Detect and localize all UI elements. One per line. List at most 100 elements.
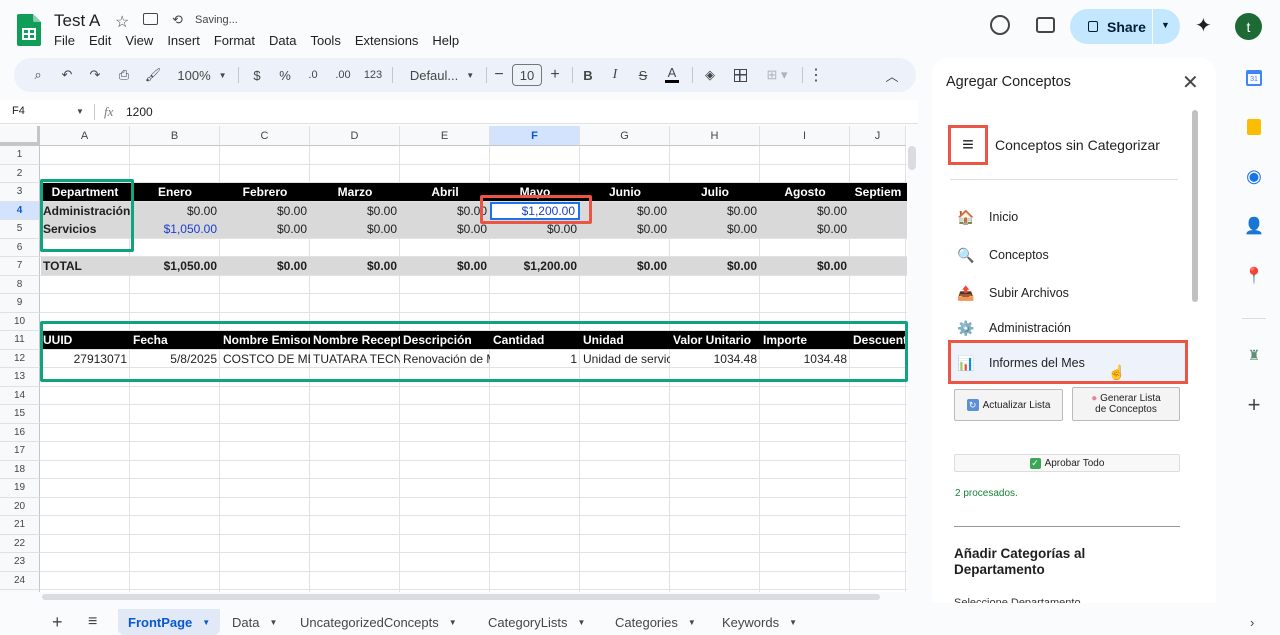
merge-cells-icon[interactable]: ⊞ ▾ <box>760 58 794 92</box>
column-header-g[interactable]: G <box>580 126 670 146</box>
currency-button[interactable]: $ <box>248 58 266 92</box>
gemini-icon[interactable]: ✦ <box>1195 13 1212 38</box>
t1-admin-b[interactable]: $0.00 <box>130 202 220 220</box>
chevron-down-icon[interactable]: ▼ <box>1161 20 1170 30</box>
menu-file[interactable]: File <box>54 33 75 48</box>
menu-extensions[interactable]: Extensions <box>355 33 419 48</box>
t1-admin-h[interactable]: $0.00 <box>670 202 760 220</box>
t1-header-g[interactable]: Junio <box>580 183 670 201</box>
menu-view[interactable]: View <box>125 33 153 48</box>
borders-icon[interactable] <box>730 58 750 92</box>
row-header-16[interactable]: 16 <box>0 423 40 442</box>
strikethrough-button[interactable]: S <box>634 58 652 92</box>
column-header-i[interactable]: I <box>760 126 850 146</box>
italic-button[interactable]: I <box>606 58 624 92</box>
font-size-decrease-button[interactable]: − <box>490 58 508 92</box>
bold-button[interactable]: B <box>579 58 597 92</box>
t1-header-b[interactable]: Enero <box>130 183 220 201</box>
t1-serv-c[interactable]: $0.00 <box>220 220 310 238</box>
column-header-d[interactable]: D <box>310 126 400 146</box>
menu-data[interactable]: Data <box>269 33 296 48</box>
menu-help[interactable]: Help <box>432 33 459 48</box>
row-header-15[interactable]: 15 <box>0 405 40 424</box>
percent-button[interactable]: % <box>276 58 294 92</box>
t1-total-e[interactable]: $0.00 <box>400 257 490 275</box>
t1-admin-j[interactable] <box>850 202 906 220</box>
nav-item-conceptos[interactable]: 🔍 Conceptos <box>957 246 1048 264</box>
vertical-scrollbar[interactable] <box>908 146 916 170</box>
t1-serv-e[interactable]: $0.00 <box>400 220 490 238</box>
text-color-button[interactable]: A <box>662 58 682 92</box>
row-header-4[interactable]: 4 <box>0 201 40 220</box>
increase-decimal-button[interactable]: .00 <box>330 58 356 92</box>
approve-all-button[interactable]: ✓ Aprobar Todo <box>954 454 1180 472</box>
tab-categories[interactable]: Categories ▼ <box>605 609 706 635</box>
t1-serv-b[interactable]: $1,050.00 <box>130 220 220 238</box>
tab-keywords[interactable]: Keywords ▼ <box>712 609 807 635</box>
share-button[interactable]: Share ▼ <box>1070 9 1180 44</box>
more-options-icon[interactable]: ⋮ <box>806 58 826 92</box>
add-addon-icon[interactable]: + <box>1240 391 1268 419</box>
doc-title[interactable]: Test A <box>54 11 100 31</box>
font-select[interactable]: Defaul... ▼ <box>402 58 482 92</box>
star-icon[interactable]: ☆ <box>115 12 129 32</box>
addon-icon[interactable]: ♜ <box>1240 341 1268 369</box>
paint-format-icon[interactable]: 🖌 <box>142 58 164 92</box>
row-header-17[interactable]: 17 <box>0 442 40 461</box>
row-header-9[interactable]: 9 <box>0 294 40 313</box>
collapse-toolbar-icon[interactable]: ︿ <box>882 58 902 92</box>
row-header-1[interactable]: 1 <box>0 146 40 165</box>
t1-admin-i[interactable]: $0.00 <box>760 202 850 220</box>
nav-item-subir-archivos[interactable]: 📤 Subir Archivos <box>957 284 1069 302</box>
menu-format[interactable]: Format <box>214 33 255 48</box>
column-header-f[interactable]: F <box>490 126 580 146</box>
all-sheets-button[interactable]: ≡ <box>78 609 107 635</box>
horizontal-scrollbar[interactable] <box>42 594 880 600</box>
tab-data[interactable]: Data ▼ <box>222 609 287 635</box>
contacts-icon[interactable]: 👤 <box>1240 212 1268 240</box>
row-header-11[interactable]: 11 <box>0 331 40 350</box>
row-header-8[interactable]: 8 <box>0 275 40 294</box>
row-header-10[interactable]: 10 <box>0 312 40 331</box>
zoom-select[interactable]: 100% ▼ <box>172 58 232 92</box>
row-header-25[interactable]: 25 <box>0 590 40 592</box>
generate-list-button[interactable]: ● Generar Lista de Conceptos <box>1072 387 1180 421</box>
row-header-23[interactable]: 23 <box>0 553 40 572</box>
nav-item-informes-del-mes[interactable]: 📊 Informes del Mes <box>957 354 1085 372</box>
comment-icon[interactable] <box>1036 17 1055 33</box>
row-header-19[interactable]: 19 <box>0 479 40 498</box>
calendar-icon[interactable]: 31 <box>1240 64 1268 92</box>
folder-icon[interactable] <box>143 13 158 25</box>
t1-total-f[interactable]: $1,200.00 <box>490 257 580 275</box>
t1-admin-e[interactable]: $0.00 <box>400 202 490 220</box>
t1-admin-g[interactable]: $0.00 <box>580 202 670 220</box>
t1-total-i[interactable]: $0.00 <box>760 257 850 275</box>
select-all-corner[interactable] <box>0 126 41 146</box>
sheets-logo-icon[interactable] <box>17 14 41 46</box>
t1-serv-j[interactable] <box>850 220 906 238</box>
explore-side-arrow-icon[interactable]: › <box>1240 609 1264 635</box>
keep-icon[interactable] <box>1240 113 1268 141</box>
row-header-20[interactable]: 20 <box>0 497 40 516</box>
t1-total-g[interactable]: $0.00 <box>580 257 670 275</box>
t1-serv-g[interactable]: $0.00 <box>580 220 670 238</box>
column-header-j[interactable]: J <box>850 126 906 146</box>
t1-serv-d[interactable]: $0.00 <box>310 220 400 238</box>
undo-icon[interactable]: ↶ <box>56 58 78 92</box>
update-list-button[interactable]: ↻ Actualizar Lista <box>954 389 1063 421</box>
t1-header-j[interactable]: Septiem <box>850 183 906 201</box>
column-header-b[interactable]: B <box>130 126 220 146</box>
row-header-7[interactable]: 7 <box>0 257 40 276</box>
t1-header-d[interactable]: Marzo <box>310 183 400 201</box>
row-header-21[interactable]: 21 <box>0 516 40 535</box>
formula-input[interactable]: 1200 <box>126 105 153 119</box>
font-size-increase-button[interactable]: + <box>546 58 564 92</box>
menu-tools[interactable]: Tools <box>310 33 340 48</box>
avatar[interactable]: t <box>1235 13 1262 40</box>
t1-admin-d[interactable]: $0.00 <box>310 202 400 220</box>
t1-total-h[interactable]: $0.00 <box>670 257 760 275</box>
row-header-3[interactable]: 3 <box>0 183 40 202</box>
close-icon[interactable]: ✕ <box>1182 70 1199 95</box>
row-header-22[interactable]: 22 <box>0 534 40 553</box>
decrease-decimal-button[interactable]: .0 <box>302 58 324 92</box>
